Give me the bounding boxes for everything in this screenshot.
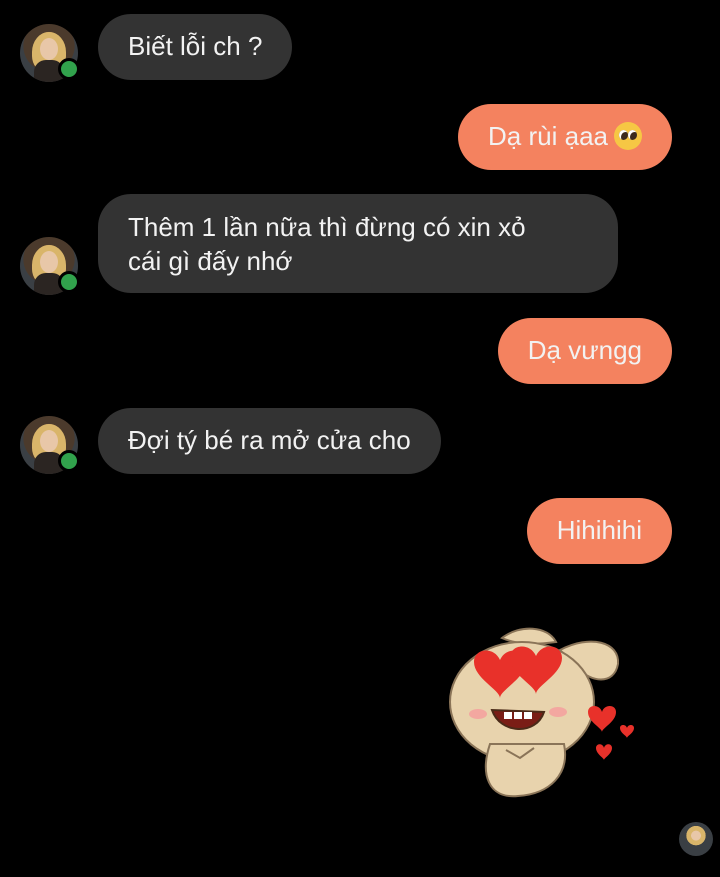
- incoming-message-bubble[interactable]: Biết lỗi ch ?: [98, 14, 293, 80]
- online-status-dot: [58, 450, 80, 472]
- outgoing-message-bubble[interactable]: Hihihihi: [526, 498, 672, 564]
- online-status-dot: [58, 271, 80, 293]
- contact-avatar[interactable]: [20, 416, 80, 474]
- incoming-message-bubble[interactable]: Đợi tý bé ra mở cửa cho: [98, 408, 441, 474]
- seen-avatar: [679, 822, 713, 856]
- message-text: Dạ rùi ạaa: [488, 121, 608, 151]
- message-text: Biết lỗi ch ?: [128, 31, 263, 61]
- incoming-message-bubble[interactable]: Thêm 1 lần nữa thì đừng có xin xỏ cái gì…: [98, 194, 618, 293]
- message-text: Đợi tý bé ra mở cửa cho: [128, 425, 411, 455]
- message-text-line: Thêm 1 lần nữa thì đừng có xin xỏ: [128, 212, 526, 242]
- contact-avatar[interactable]: [20, 237, 80, 295]
- message-text: Dạ vưngg: [527, 335, 642, 365]
- outgoing-message-bubble[interactable]: Dạ vưngg: [497, 318, 672, 384]
- online-status-dot: [58, 58, 80, 80]
- contact-avatar[interactable]: [20, 24, 80, 82]
- puppy-heart-eyes-sticker[interactable]: [440, 624, 650, 804]
- message-text: Hihihihi: [556, 515, 642, 545]
- message-text-line: cái gì đấy nhớ: [128, 246, 293, 276]
- outgoing-message-bubble[interactable]: Dạ rùi ạaa: [458, 104, 672, 170]
- pleading-face-emoji-icon: [614, 122, 642, 150]
